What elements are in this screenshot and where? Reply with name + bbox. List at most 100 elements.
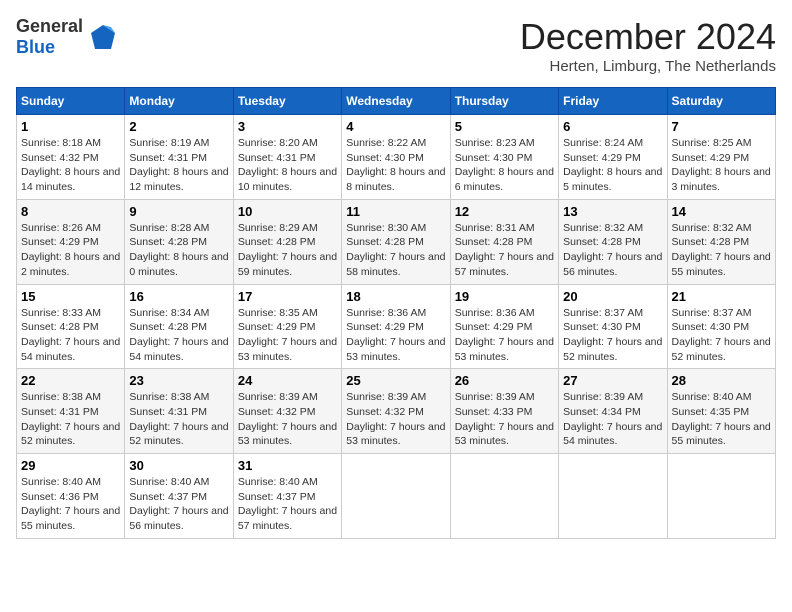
day-number: 29 (21, 458, 120, 473)
calendar-cell: 19 Sunrise: 8:36 AM Sunset: 4:29 PM Dayl… (450, 284, 558, 369)
day-info: Sunrise: 8:38 AM Sunset: 4:31 PM Dayligh… (21, 390, 120, 449)
day-number: 20 (563, 289, 662, 304)
calendar-cell: 6 Sunrise: 8:24 AM Sunset: 4:29 PM Dayli… (559, 115, 667, 200)
day-number: 30 (129, 458, 228, 473)
weekday-header-row: SundayMondayTuesdayWednesdayThursdayFrid… (17, 88, 776, 115)
calendar-cell: 4 Sunrise: 8:22 AM Sunset: 4:30 PM Dayli… (342, 115, 450, 200)
day-info: Sunrise: 8:18 AM Sunset: 4:32 PM Dayligh… (21, 136, 120, 195)
day-number: 10 (238, 204, 337, 219)
logo-blue: Blue (16, 37, 55, 57)
calendar-cell: 2 Sunrise: 8:19 AM Sunset: 4:31 PM Dayli… (125, 115, 233, 200)
calendar-cell: 7 Sunrise: 8:25 AM Sunset: 4:29 PM Dayli… (667, 115, 775, 200)
day-number: 18 (346, 289, 445, 304)
logo-icon (87, 21, 119, 53)
title-block: December 2024 Herten, Limburg, The Nethe… (520, 16, 776, 75)
day-number: 19 (455, 289, 554, 304)
weekday-header-sunday: Sunday (17, 88, 125, 115)
calendar-cell: 26 Sunrise: 8:39 AM Sunset: 4:33 PM Dayl… (450, 369, 558, 454)
day-number: 26 (455, 373, 554, 388)
calendar-cell: 14 Sunrise: 8:32 AM Sunset: 4:28 PM Dayl… (667, 199, 775, 284)
calendar-week-2: 8 Sunrise: 8:26 AM Sunset: 4:29 PM Dayli… (17, 199, 776, 284)
weekday-header-wednesday: Wednesday (342, 88, 450, 115)
day-number: 4 (346, 119, 445, 134)
day-info: Sunrise: 8:20 AM Sunset: 4:31 PM Dayligh… (238, 136, 337, 195)
day-info: Sunrise: 8:32 AM Sunset: 4:28 PM Dayligh… (563, 221, 662, 280)
calendar-cell: 13 Sunrise: 8:32 AM Sunset: 4:28 PM Dayl… (559, 199, 667, 284)
day-info: Sunrise: 8:19 AM Sunset: 4:31 PM Dayligh… (129, 136, 228, 195)
day-info: Sunrise: 8:35 AM Sunset: 4:29 PM Dayligh… (238, 306, 337, 365)
day-info: Sunrise: 8:22 AM Sunset: 4:30 PM Dayligh… (346, 136, 445, 195)
calendar-cell: 1 Sunrise: 8:18 AM Sunset: 4:32 PM Dayli… (17, 115, 125, 200)
calendar-cell: 31 Sunrise: 8:40 AM Sunset: 4:37 PM Dayl… (233, 454, 341, 539)
day-info: Sunrise: 8:31 AM Sunset: 4:28 PM Dayligh… (455, 221, 554, 280)
day-number: 5 (455, 119, 554, 134)
day-info: Sunrise: 8:30 AM Sunset: 4:28 PM Dayligh… (346, 221, 445, 280)
day-number: 13 (563, 204, 662, 219)
day-number: 31 (238, 458, 337, 473)
day-info: Sunrise: 8:40 AM Sunset: 4:36 PM Dayligh… (21, 475, 120, 534)
calendar-week-1: 1 Sunrise: 8:18 AM Sunset: 4:32 PM Dayli… (17, 115, 776, 200)
day-number: 14 (672, 204, 771, 219)
day-number: 23 (129, 373, 228, 388)
day-info: Sunrise: 8:28 AM Sunset: 4:28 PM Dayligh… (129, 221, 228, 280)
calendar-cell: 25 Sunrise: 8:39 AM Sunset: 4:32 PM Dayl… (342, 369, 450, 454)
day-number: 8 (21, 204, 120, 219)
calendar-cell (450, 454, 558, 539)
location-subtitle: Herten, Limburg, The Netherlands (520, 58, 776, 75)
day-info: Sunrise: 8:36 AM Sunset: 4:29 PM Dayligh… (455, 306, 554, 365)
calendar-cell: 5 Sunrise: 8:23 AM Sunset: 4:30 PM Dayli… (450, 115, 558, 200)
weekday-header-tuesday: Tuesday (233, 88, 341, 115)
calendar-cell: 12 Sunrise: 8:31 AM Sunset: 4:28 PM Dayl… (450, 199, 558, 284)
calendar-week-3: 15 Sunrise: 8:33 AM Sunset: 4:28 PM Dayl… (17, 284, 776, 369)
calendar-cell (342, 454, 450, 539)
day-info: Sunrise: 8:39 AM Sunset: 4:33 PM Dayligh… (455, 390, 554, 449)
calendar-cell: 11 Sunrise: 8:30 AM Sunset: 4:28 PM Dayl… (342, 199, 450, 284)
day-number: 2 (129, 119, 228, 134)
day-number: 25 (346, 373, 445, 388)
calendar-cell: 16 Sunrise: 8:34 AM Sunset: 4:28 PM Dayl… (125, 284, 233, 369)
calendar-cell: 28 Sunrise: 8:40 AM Sunset: 4:35 PM Dayl… (667, 369, 775, 454)
day-info: Sunrise: 8:37 AM Sunset: 4:30 PM Dayligh… (672, 306, 771, 365)
day-number: 16 (129, 289, 228, 304)
calendar-cell: 22 Sunrise: 8:38 AM Sunset: 4:31 PM Dayl… (17, 369, 125, 454)
day-info: Sunrise: 8:29 AM Sunset: 4:28 PM Dayligh… (238, 221, 337, 280)
day-info: Sunrise: 8:25 AM Sunset: 4:29 PM Dayligh… (672, 136, 771, 195)
calendar-cell: 24 Sunrise: 8:39 AM Sunset: 4:32 PM Dayl… (233, 369, 341, 454)
day-info: Sunrise: 8:24 AM Sunset: 4:29 PM Dayligh… (563, 136, 662, 195)
calendar-cell (667, 454, 775, 539)
page-header: General Blue December 2024 Herten, Limbu… (16, 16, 776, 75)
day-number: 6 (563, 119, 662, 134)
calendar-table: SundayMondayTuesdayWednesdayThursdayFrid… (16, 87, 776, 539)
day-number: 17 (238, 289, 337, 304)
day-number: 9 (129, 204, 228, 219)
day-info: Sunrise: 8:36 AM Sunset: 4:29 PM Dayligh… (346, 306, 445, 365)
calendar-cell: 10 Sunrise: 8:29 AM Sunset: 4:28 PM Dayl… (233, 199, 341, 284)
day-info: Sunrise: 8:38 AM Sunset: 4:31 PM Dayligh… (129, 390, 228, 449)
day-info: Sunrise: 8:37 AM Sunset: 4:30 PM Dayligh… (563, 306, 662, 365)
calendar-week-5: 29 Sunrise: 8:40 AM Sunset: 4:36 PM Dayl… (17, 454, 776, 539)
weekday-header-saturday: Saturday (667, 88, 775, 115)
calendar-cell: 3 Sunrise: 8:20 AM Sunset: 4:31 PM Dayli… (233, 115, 341, 200)
day-info: Sunrise: 8:32 AM Sunset: 4:28 PM Dayligh… (672, 221, 771, 280)
calendar-cell: 23 Sunrise: 8:38 AM Sunset: 4:31 PM Dayl… (125, 369, 233, 454)
calendar-week-4: 22 Sunrise: 8:38 AM Sunset: 4:31 PM Dayl… (17, 369, 776, 454)
day-number: 21 (672, 289, 771, 304)
month-year-title: December 2024 (520, 16, 776, 58)
day-info: Sunrise: 8:39 AM Sunset: 4:32 PM Dayligh… (238, 390, 337, 449)
weekday-header-friday: Friday (559, 88, 667, 115)
day-info: Sunrise: 8:39 AM Sunset: 4:34 PM Dayligh… (563, 390, 662, 449)
calendar-cell: 20 Sunrise: 8:37 AM Sunset: 4:30 PM Dayl… (559, 284, 667, 369)
day-info: Sunrise: 8:26 AM Sunset: 4:29 PM Dayligh… (21, 221, 120, 280)
calendar-cell: 9 Sunrise: 8:28 AM Sunset: 4:28 PM Dayli… (125, 199, 233, 284)
weekday-header-monday: Monday (125, 88, 233, 115)
day-number: 1 (21, 119, 120, 134)
weekday-header-thursday: Thursday (450, 88, 558, 115)
day-number: 24 (238, 373, 337, 388)
day-info: Sunrise: 8:34 AM Sunset: 4:28 PM Dayligh… (129, 306, 228, 365)
logo-general: General (16, 16, 83, 36)
day-info: Sunrise: 8:39 AM Sunset: 4:32 PM Dayligh… (346, 390, 445, 449)
logo: General Blue (16, 16, 119, 57)
calendar-cell: 30 Sunrise: 8:40 AM Sunset: 4:37 PM Dayl… (125, 454, 233, 539)
day-number: 3 (238, 119, 337, 134)
day-number: 28 (672, 373, 771, 388)
